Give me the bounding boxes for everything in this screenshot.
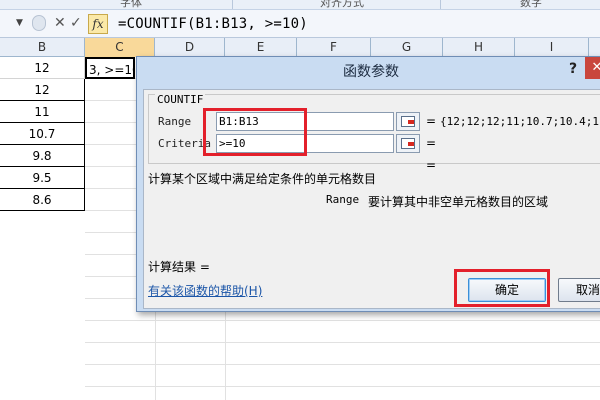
function-description: 计算某个区域中满足给定条件的单元格数目 bbox=[148, 172, 377, 186]
help-link[interactable]: 有关该函数的帮助(H) bbox=[148, 282, 262, 299]
criteria-collapse-button[interactable] bbox=[396, 134, 420, 153]
cell-c1-active[interactable]: 3, >=10) bbox=[85, 57, 135, 79]
ribbon-strip: 字体 对齐方式 数字 bbox=[0, 0, 600, 10]
cell-b3[interactable]: 11 bbox=[0, 101, 85, 123]
ribbon-separator bbox=[232, 0, 233, 9]
cell-b5[interactable]: 9.8 bbox=[0, 145, 85, 167]
dialog-title[interactable]: 函数参数 bbox=[137, 57, 600, 87]
column-header-e[interactable]: E bbox=[225, 38, 297, 57]
formula-input[interactable]: =COUNTIF(B1:B13, >=10) bbox=[118, 16, 308, 32]
parameter-name: Range bbox=[326, 193, 360, 206]
highlight-ok-button bbox=[454, 269, 550, 307]
formula-result-equals: = bbox=[426, 158, 437, 172]
range-equals: = bbox=[426, 114, 437, 128]
range-collapse-button[interactable] bbox=[396, 112, 420, 131]
range-label: Range bbox=[158, 115, 192, 128]
parameter-description: 要计算其中非空单元格数目的区域 bbox=[368, 195, 549, 209]
collapse-dialog-icon bbox=[401, 138, 415, 149]
ribbon-group-font: 字体 bbox=[120, 0, 142, 9]
cell-b2[interactable]: 12 bbox=[0, 79, 85, 101]
column-header-g[interactable]: G bbox=[371, 38, 443, 57]
insert-function-button[interactable]: fx bbox=[88, 14, 108, 34]
cell-b7[interactable]: 8.6 bbox=[0, 189, 85, 211]
column-header-f[interactable]: F bbox=[297, 38, 371, 57]
confirm-entry-icon[interactable]: ✓ bbox=[70, 15, 82, 31]
ribbon-group-number: 数字 bbox=[520, 0, 542, 9]
column-header-i[interactable]: I bbox=[515, 38, 589, 57]
range-result: {12;12;12;11;10.7;10.4;1. bbox=[440, 115, 600, 128]
name-box-dropdown-icon[interactable]: ▼ bbox=[16, 18, 23, 28]
highlight-arguments bbox=[203, 108, 307, 156]
gridline bbox=[85, 342, 600, 343]
gridline bbox=[85, 364, 600, 365]
ribbon-group-alignment: 对齐方式 bbox=[320, 0, 364, 9]
cell-b1[interactable]: 12 bbox=[0, 57, 85, 79]
column-header-d[interactable]: D bbox=[155, 38, 225, 57]
gridline bbox=[85, 320, 600, 321]
cancel-button[interactable]: 取消 bbox=[558, 278, 600, 302]
column-header-b[interactable]: B bbox=[0, 38, 85, 57]
function-name-label: COUNTIF bbox=[155, 93, 206, 106]
criteria-equals: = bbox=[426, 136, 437, 150]
formula-bar-grip[interactable] bbox=[32, 15, 46, 31]
cell-b4[interactable]: 10.7 bbox=[0, 123, 85, 145]
gridline bbox=[85, 386, 600, 387]
column-header-c[interactable]: C bbox=[85, 38, 155, 57]
cancel-entry-icon[interactable]: ✕ bbox=[54, 15, 66, 31]
ribbon-separator bbox=[440, 0, 441, 9]
help-icon[interactable]: ? bbox=[569, 61, 577, 77]
column-header-h[interactable]: H bbox=[443, 38, 515, 57]
result-label: 计算结果 = bbox=[148, 260, 210, 274]
formula-bar: ▼ ✕ ✓ fx =COUNTIF(B1:B13, >=10) bbox=[0, 10, 600, 38]
close-icon[interactable]: ✕ bbox=[585, 57, 600, 79]
collapse-dialog-icon bbox=[401, 116, 415, 127]
cell-b6[interactable]: 9.5 bbox=[0, 167, 85, 189]
column-headers: B C D E F G H I bbox=[0, 38, 600, 57]
